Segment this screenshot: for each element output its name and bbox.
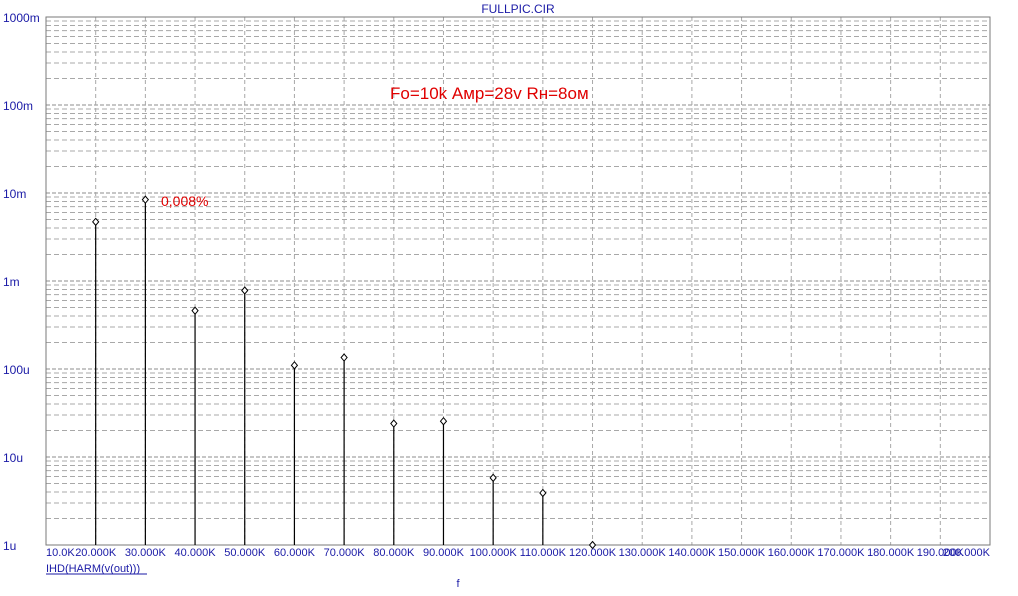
y-tick-label: 100u: [3, 363, 30, 377]
harmonic-marker: [191, 306, 199, 315]
x-tick-label: 130.000K: [619, 547, 667, 559]
x-axis-title: f: [456, 578, 460, 590]
x-tick-label: 110.000K: [520, 547, 567, 559]
harmonic-marker: [390, 419, 398, 428]
y-tick-label: 1u: [3, 539, 16, 553]
harmonic-marker: [340, 353, 348, 362]
x-tick-label: 30.000K: [125, 547, 167, 559]
thd-value-annotation: 0,008%: [161, 193, 208, 209]
x-tick-label: 80.000K: [373, 547, 415, 559]
circuit-params-annotation: Fo=10k Амр=28v Rн=8ом: [390, 84, 589, 103]
x-tick-label: 70.000K: [324, 547, 366, 559]
x-tick-label: 10.0K: [46, 547, 75, 559]
x-tick-label: 120.000K: [569, 547, 617, 559]
x-tick-label: 170.000K: [817, 547, 865, 559]
y-tick-label: 10m: [3, 187, 26, 201]
trace-label[interactable]: IHD(HARM(v(out))): [46, 563, 140, 575]
x-tick-label: 140.000K: [668, 547, 716, 559]
x-tick-label: 100.000K: [470, 547, 518, 559]
harmonic-marker: [241, 286, 249, 295]
y-tick-label: 1000m: [3, 11, 40, 25]
harmonic-marker: [290, 361, 299, 370]
x-tick-label: 90.000K: [423, 547, 465, 559]
y-tick-label: 1m: [3, 275, 20, 289]
harmonic-marker: [439, 416, 448, 426]
x-tick-label: 150.000K: [718, 547, 766, 559]
y-tick-label: 10u: [3, 451, 23, 465]
x-tick-label: 50.000K: [224, 547, 266, 559]
x-tick-label: 200.000K: [943, 547, 991, 559]
chart-title: FULLPIC.CIR: [481, 2, 555, 16]
harmonic-marker: [489, 473, 497, 483]
y-tick-label: 100m: [3, 99, 33, 113]
y-axis-tick-labels: 1000m 100m 10m 1m 100u 10u 1u: [3, 11, 40, 553]
x-tick-label: 160.000K: [768, 547, 816, 559]
harmonic-distortion-chart: 1000m 100m 10m 1m 100u 10u 1u 10.0K 20.000K 30.0…: [3, 2, 991, 590]
x-tick-label: 60.000K: [274, 547, 316, 559]
x-tick-label: 20.000K: [75, 547, 117, 559]
x-tick-label: 180.000K: [867, 547, 915, 559]
x-tick-label: 40.000K: [175, 547, 217, 559]
x-axis-tick-labels: 10.0K 20.000K 30.000K 40.000K 50.000K 60.000K…: [46, 547, 991, 559]
harmonic-marker: [539, 488, 547, 498]
